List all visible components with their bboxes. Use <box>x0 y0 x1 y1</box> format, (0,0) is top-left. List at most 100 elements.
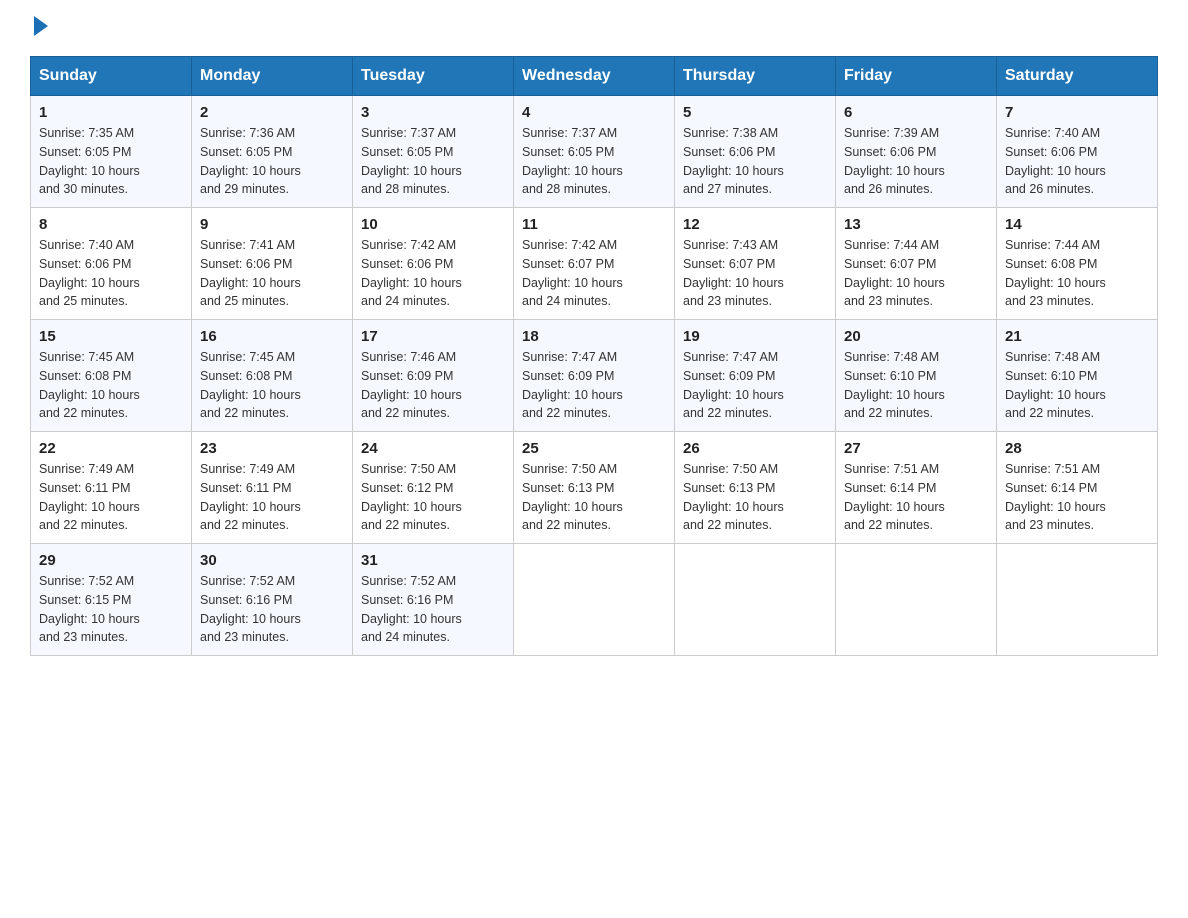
day-info: Sunrise: 7:44 AMSunset: 6:07 PMDaylight:… <box>844 236 988 311</box>
calendar-cell: 25 Sunrise: 7:50 AMSunset: 6:13 PMDayligh… <box>514 432 675 544</box>
day-number: 9 <box>200 216 344 233</box>
calendar-cell: 27Sunrise: 7:51 AMSunset: 6:14 PMDayligh… <box>836 432 997 544</box>
calendar-cell <box>836 544 997 656</box>
calendar-cell: 13 Sunrise: 7:44 AMSunset: 6:07 PMDayligh… <box>836 208 997 320</box>
calendar-cell: 6 Sunrise: 7:39 AMSunset: 6:06 PMDaylight… <box>836 96 997 208</box>
day-number: 16 <box>200 328 344 345</box>
day-info: Sunrise: 7:43 AMSunset: 6:07 PMDaylight:… <box>683 236 827 311</box>
day-info: Sunrise: 7:52 AMSunset: 6:15 PMDaylight:… <box>39 572 183 647</box>
day-info: Sunrise: 7:47 AMSunset: 6:09 PMDaylight:… <box>683 348 827 423</box>
page-header <box>30 20 1158 36</box>
day-info: Sunrise: 7:40 AMSunset: 6:06 PMDaylight:… <box>39 236 183 311</box>
calendar-cell: 12 Sunrise: 7:43 AMSunset: 6:07 PMDayligh… <box>675 208 836 320</box>
header-monday: Monday <box>192 57 353 96</box>
header-saturday: Saturday <box>997 57 1158 96</box>
day-number: 13 <box>844 216 988 233</box>
day-number: 1 <box>39 104 183 121</box>
day-info: Sunrise: 7:49 AMSunset: 6:11 PMDaylight:… <box>200 460 344 535</box>
calendar-cell: 5 Sunrise: 7:38 AMSunset: 6:06 PMDaylight… <box>675 96 836 208</box>
day-number: 5 <box>683 104 827 121</box>
day-info: Sunrise: 7:39 AMSunset: 6:06 PMDaylight:… <box>844 124 988 199</box>
day-info: Sunrise: 7:36 AMSunset: 6:05 PMDaylight:… <box>200 124 344 199</box>
day-info: Sunrise: 7:40 AMSunset: 6:06 PMDaylight:… <box>1005 124 1149 199</box>
calendar-cell: 21Sunrise: 7:48 AMSunset: 6:10 PMDayligh… <box>997 320 1158 432</box>
calendar-cell: 30Sunrise: 7:52 AMSunset: 6:16 PMDayligh… <box>192 544 353 656</box>
day-number: 2 <box>200 104 344 121</box>
calendar-cell: 19 Sunrise: 7:47 AMSunset: 6:09 PMDayligh… <box>675 320 836 432</box>
day-info: Sunrise: 7:52 AMSunset: 6:16 PMDaylight:… <box>200 572 344 647</box>
calendar-cell <box>675 544 836 656</box>
calendar-cell: 28 Sunrise: 7:51 AMSunset: 6:14 PMDayligh… <box>997 432 1158 544</box>
calendar-cell: 23 Sunrise: 7:49 AMSunset: 6:11 PMDayligh… <box>192 432 353 544</box>
day-number: 3 <box>361 104 505 121</box>
day-number: 12 <box>683 216 827 233</box>
day-info: Sunrise: 7:50 AMSunset: 6:12 PMDaylight:… <box>361 460 505 535</box>
calendar-cell: 22 Sunrise: 7:49 AMSunset: 6:11 PMDayligh… <box>31 432 192 544</box>
logo <box>30 20 48 36</box>
day-info: Sunrise: 7:45 AMSunset: 6:08 PMDaylight:… <box>200 348 344 423</box>
calendar-cell: 24Sunrise: 7:50 AMSunset: 6:12 PMDayligh… <box>353 432 514 544</box>
header-thursday: Thursday <box>675 57 836 96</box>
header-friday: Friday <box>836 57 997 96</box>
header-tuesday: Tuesday <box>353 57 514 96</box>
day-info: Sunrise: 7:50 AMSunset: 6:13 PMDaylight:… <box>522 460 666 535</box>
day-info: Sunrise: 7:50 AMSunset: 6:13 PMDaylight:… <box>683 460 827 535</box>
calendar-table: SundayMondayTuesdayWednesdayThursdayFrid… <box>30 56 1158 656</box>
week-row-3: 15 Sunrise: 7:45 AMSunset: 6:08 PMDayligh… <box>31 320 1158 432</box>
weekday-header-row: SundayMondayTuesdayWednesdayThursdayFrid… <box>31 57 1158 96</box>
calendar-cell: 29 Sunrise: 7:52 AMSunset: 6:15 PMDayligh… <box>31 544 192 656</box>
calendar-cell: 9 Sunrise: 7:41 AMSunset: 6:06 PMDaylight… <box>192 208 353 320</box>
calendar-cell: 20 Sunrise: 7:48 AMSunset: 6:10 PMDayligh… <box>836 320 997 432</box>
day-info: Sunrise: 7:51 AMSunset: 6:14 PMDaylight:… <box>1005 460 1149 535</box>
day-info: Sunrise: 7:37 AMSunset: 6:05 PMDaylight:… <box>361 124 505 199</box>
day-info: Sunrise: 7:49 AMSunset: 6:11 PMDaylight:… <box>39 460 183 535</box>
calendar-cell: 16 Sunrise: 7:45 AMSunset: 6:08 PMDayligh… <box>192 320 353 432</box>
day-number: 6 <box>844 104 988 121</box>
day-info: Sunrise: 7:41 AMSunset: 6:06 PMDaylight:… <box>200 236 344 311</box>
day-number: 4 <box>522 104 666 121</box>
day-number: 28 <box>1005 440 1149 457</box>
week-row-2: 8 Sunrise: 7:40 AMSunset: 6:06 PMDaylight… <box>31 208 1158 320</box>
day-number: 17 <box>361 328 505 345</box>
calendar-cell <box>997 544 1158 656</box>
calendar-cell: 14 Sunrise: 7:44 AMSunset: 6:08 PMDayligh… <box>997 208 1158 320</box>
day-number: 7 <box>1005 104 1149 121</box>
calendar-cell: 18Sunrise: 7:47 AMSunset: 6:09 PMDayligh… <box>514 320 675 432</box>
day-number: 23 <box>200 440 344 457</box>
week-row-4: 22 Sunrise: 7:49 AMSunset: 6:11 PMDayligh… <box>31 432 1158 544</box>
day-info: Sunrise: 7:45 AMSunset: 6:08 PMDaylight:… <box>39 348 183 423</box>
header-sunday: Sunday <box>31 57 192 96</box>
day-number: 19 <box>683 328 827 345</box>
logo-arrow-icon <box>34 16 48 36</box>
calendar-cell <box>514 544 675 656</box>
day-info: Sunrise: 7:44 AMSunset: 6:08 PMDaylight:… <box>1005 236 1149 311</box>
calendar-cell: 26Sunrise: 7:50 AMSunset: 6:13 PMDayligh… <box>675 432 836 544</box>
day-info: Sunrise: 7:48 AMSunset: 6:10 PMDaylight:… <box>844 348 988 423</box>
calendar-cell: 7 Sunrise: 7:40 AMSunset: 6:06 PMDaylight… <box>997 96 1158 208</box>
day-number: 31 <box>361 552 505 569</box>
day-number: 25 <box>522 440 666 457</box>
calendar-cell: 11Sunrise: 7:42 AMSunset: 6:07 PMDayligh… <box>514 208 675 320</box>
day-info: Sunrise: 7:46 AMSunset: 6:09 PMDaylight:… <box>361 348 505 423</box>
calendar-cell: 4Sunrise: 7:37 AMSunset: 6:05 PMDaylight… <box>514 96 675 208</box>
day-number: 20 <box>844 328 988 345</box>
day-number: 15 <box>39 328 183 345</box>
calendar-cell: 31 Sunrise: 7:52 AMSunset: 6:16 PMDayligh… <box>353 544 514 656</box>
day-info: Sunrise: 7:35 AMSunset: 6:05 PMDaylight:… <box>39 124 183 199</box>
day-number: 14 <box>1005 216 1149 233</box>
day-number: 22 <box>39 440 183 457</box>
day-info: Sunrise: 7:42 AMSunset: 6:06 PMDaylight:… <box>361 236 505 311</box>
week-row-1: 1 Sunrise: 7:35 AMSunset: 6:05 PMDaylight… <box>31 96 1158 208</box>
calendar-cell: 10 Sunrise: 7:42 AMSunset: 6:06 PMDayligh… <box>353 208 514 320</box>
day-info: Sunrise: 7:52 AMSunset: 6:16 PMDaylight:… <box>361 572 505 647</box>
week-row-5: 29 Sunrise: 7:52 AMSunset: 6:15 PMDayligh… <box>31 544 1158 656</box>
calendar-cell: 3 Sunrise: 7:37 AMSunset: 6:05 PMDaylight… <box>353 96 514 208</box>
day-number: 29 <box>39 552 183 569</box>
calendar-cell: 1 Sunrise: 7:35 AMSunset: 6:05 PMDaylight… <box>31 96 192 208</box>
day-number: 10 <box>361 216 505 233</box>
day-info: Sunrise: 7:38 AMSunset: 6:06 PMDaylight:… <box>683 124 827 199</box>
day-number: 8 <box>39 216 183 233</box>
calendar-cell: 15 Sunrise: 7:45 AMSunset: 6:08 PMDayligh… <box>31 320 192 432</box>
header-wednesday: Wednesday <box>514 57 675 96</box>
day-number: 11 <box>522 216 666 233</box>
